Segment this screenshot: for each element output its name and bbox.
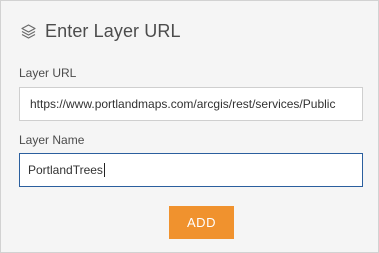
layer-name-label: Layer Name	[19, 133, 85, 147]
layer-url-input[interactable]: https://www.portlandmaps.com/arcgis/rest…	[19, 87, 363, 121]
add-button[interactable]: ADD	[169, 206, 234, 239]
panel-title: Enter Layer URL	[45, 20, 181, 41]
layer-url-value: https://www.portlandmaps.com/arcgis/rest…	[30, 97, 336, 111]
text-caret	[103, 163, 105, 177]
layer-name-input[interactable]: PortlandTrees	[19, 153, 363, 187]
panel-header: Enter Layer URL	[19, 19, 181, 43]
layer-name-value: PortlandTrees	[28, 163, 103, 177]
layers-icon	[19, 22, 37, 40]
add-layer-panel: Enter Layer URL Layer URL https://www.po…	[0, 0, 379, 253]
layer-url-label: Layer URL	[19, 66, 77, 80]
